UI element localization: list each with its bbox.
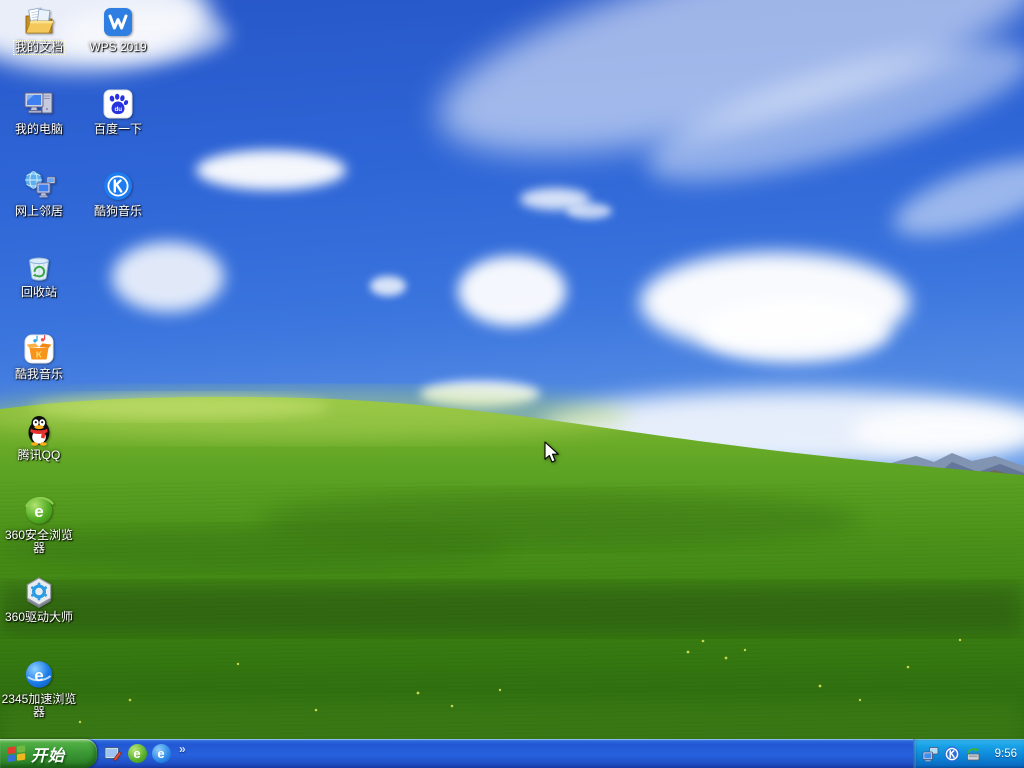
show-desktop-icon [104, 746, 123, 761]
desktop-icon-kuwo-music[interactable]: K 酷我音乐 [0, 332, 78, 381]
desktop-icon-tencent-qq[interactable]: 腾讯QQ [0, 413, 78, 462]
xp-desktop: 我的文档 WPS 2019 我的电脑 du 百度一下 网上邻居 酷狗音乐 回收站… [0, 0, 1024, 768]
kuwo-music-icon: K [22, 332, 56, 366]
start-button[interactable]: 开始 [0, 739, 97, 768]
desktop-icon-label: 网上邻居 [14, 204, 63, 218]
my-computer-icon [22, 87, 56, 121]
windows-logo-icon [7, 745, 26, 762]
network-places-icon [22, 169, 56, 203]
desktop-icon-label: 360安全浏览器 [4, 528, 74, 555]
desktop-icon-recycle-bin[interactable]: 回收站 [0, 250, 78, 299]
svg-text:e: e [34, 502, 43, 521]
desktop-icon-360-browser[interactable]: e 360安全浏览器 [0, 493, 78, 555]
desktop-icon-label: 腾讯QQ [17, 448, 61, 462]
svg-text:e: e [34, 666, 43, 685]
desktop-icon-wps-2019[interactable]: WPS 2019 [79, 5, 157, 54]
desktop-icon-baidu[interactable]: du 百度一下 [79, 87, 157, 136]
network-tray-icon[interactable] [921, 745, 940, 763]
desktop-icon-label: 2345加速浏览器 [1, 692, 77, 719]
show-desktop-button[interactable] [101, 742, 125, 766]
desktop-icon-label: 我的文档 [12, 40, 66, 55]
desktop-icon-label: 酷狗音乐 [93, 204, 142, 218]
360-driver-master-icon [22, 575, 56, 609]
quick-launch-overflow-chevron[interactable]: » [179, 742, 186, 756]
360-browser-icon: e [22, 493, 56, 527]
kugou-music-icon [101, 169, 135, 203]
desktop-icon-network-places[interactable]: 网上邻居 [0, 169, 78, 218]
svg-text:K: K [36, 350, 43, 360]
desktop-icon-label: 酷我音乐 [14, 367, 63, 381]
2345-browser-icon: e [22, 657, 56, 691]
tray-clock[interactable]: 9:56 [995, 748, 1024, 760]
desktop-icon-my-documents[interactable]: 我的文档 [0, 5, 78, 55]
start-button-label: 开始 [31, 747, 66, 765]
my-documents-icon [22, 5, 56, 39]
2345-browser-icon: e [151, 744, 171, 763]
desktop-icon-label: 回收站 [20, 285, 57, 299]
recycle-bin-icon [22, 250, 56, 284]
quick-launch-360-browser-button[interactable]: e [125, 742, 149, 766]
quick-launch-2345-browser-button[interactable]: e [149, 742, 173, 766]
baidu-paw-icon: du [101, 87, 135, 121]
desktop-icon-label: 我的电脑 [14, 122, 63, 136]
wps-icon [101, 5, 135, 39]
kugou-tray-icon[interactable] [943, 745, 961, 763]
qq-penguin-icon [22, 413, 56, 447]
svg-text:du: du [115, 106, 123, 113]
desktop-icon-2345-browser[interactable]: e 2345加速浏览器 [0, 657, 78, 719]
desktop-icon-label: WPS 2019 [89, 40, 147, 54]
system-tray: 9:56 [913, 739, 1024, 768]
safely-remove-hardware-tray-icon[interactable] [964, 745, 982, 763]
2345-browser-glyph: e [157, 746, 165, 761]
desktop-icon-my-computer[interactable]: 我的电脑 [0, 87, 78, 136]
desktop-icon-kugou-music[interactable]: 酷狗音乐 [79, 169, 157, 218]
quick-launch: e e » [101, 739, 197, 768]
desktop-icon-label: 360驱动大师 [4, 610, 74, 624]
desktop-icon-label: 百度一下 [93, 122, 142, 136]
desktop-icon-360-driver-master[interactable]: 360驱动大师 [0, 575, 78, 624]
360-browser-icon: e [127, 744, 147, 763]
taskbar: 开始 e e » 9:56 [0, 739, 1024, 768]
360-browser-glyph: e [133, 746, 141, 761]
